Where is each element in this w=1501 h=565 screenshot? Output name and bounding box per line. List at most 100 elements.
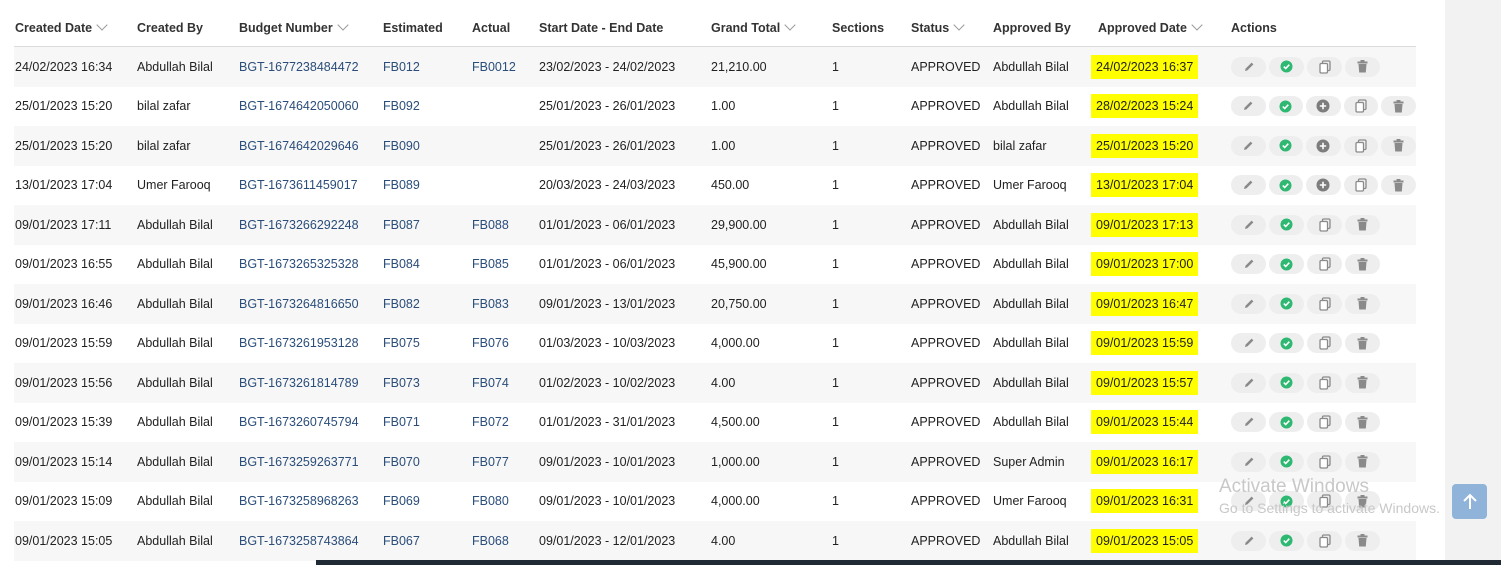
edit-button[interactable] — [1231, 372, 1266, 393]
budget-number-link[interactable]: BGT-1673259263771 — [239, 455, 359, 469]
estimated-link[interactable]: FB090 — [383, 139, 420, 153]
edit-button[interactable] — [1231, 530, 1266, 551]
actual-link[interactable]: FB085 — [472, 257, 509, 271]
edit-button[interactable] — [1231, 254, 1266, 275]
column-header[interactable]: Budget Number — [238, 9, 382, 47]
budget-number-link[interactable]: BGT-1673258743864 — [239, 534, 359, 548]
delete-button[interactable] — [1381, 96, 1416, 117]
budget-number-link[interactable]: BGT-1674642050060 — [239, 99, 359, 113]
actual-link[interactable]: FB074 — [472, 376, 509, 390]
budget-number-link[interactable]: BGT-1673261814789 — [239, 376, 359, 390]
table-row[interactable]: 09/01/2023 15:14 Abdullah Bilal BGT-167325… — [14, 442, 1416, 482]
actual-link[interactable]: FB077 — [472, 455, 509, 469]
delete-button[interactable] — [1345, 372, 1380, 393]
copy-button[interactable] — [1307, 254, 1342, 275]
add-button[interactable] — [1306, 135, 1341, 156]
table-row[interactable]: 13/01/2023 17:04 Umer Farooq BGT-167361145… — [14, 165, 1416, 205]
delete-button[interactable] — [1345, 412, 1380, 433]
approve-button[interactable] — [1268, 175, 1304, 196]
delete-button[interactable] — [1381, 135, 1416, 156]
table-row[interactable]: 24/02/2023 16:34 Abdullah Bilal BGT-167723… — [14, 46, 1416, 87]
estimated-link[interactable]: FB070 — [383, 455, 420, 469]
table-row[interactable]: 09/01/2023 15:59 Abdullah Bilal BGT-167326… — [14, 323, 1416, 363]
add-button[interactable] — [1306, 175, 1341, 196]
estimated-link[interactable]: FB089 — [383, 178, 420, 192]
estimated-link[interactable]: FB087 — [383, 218, 420, 232]
copy-button[interactable] — [1307, 293, 1342, 314]
estimated-link[interactable]: FB075 — [383, 336, 420, 350]
copy-button[interactable] — [1307, 372, 1342, 393]
budget-number-link[interactable]: BGT-1677238484472 — [239, 60, 359, 74]
edit-button[interactable] — [1231, 96, 1266, 117]
table-row[interactable]: 25/01/2023 15:20 bilal zafar BGT-167464202… — [14, 126, 1416, 166]
copy-button[interactable] — [1307, 412, 1342, 433]
sort-chevron-icon[interactable] — [1191, 18, 1203, 31]
copy-button[interactable] — [1307, 333, 1342, 354]
budget-number-link[interactable]: BGT-1674642029646 — [239, 139, 359, 153]
approve-button[interactable] — [1269, 451, 1304, 472]
column-header[interactable]: Grand Total — [710, 9, 831, 47]
delete-button[interactable] — [1345, 333, 1380, 354]
budget-number-link[interactable]: BGT-1673260745794 — [239, 415, 359, 429]
budget-number-link[interactable]: BGT-1673258968263 — [239, 494, 359, 508]
copy-button[interactable] — [1307, 56, 1342, 77]
approve-button[interactable] — [1269, 412, 1304, 433]
approve-button[interactable] — [1269, 254, 1304, 275]
edit-button[interactable] — [1231, 214, 1266, 235]
actual-link[interactable]: FB0012 — [472, 60, 516, 74]
estimated-link[interactable]: FB084 — [383, 257, 420, 271]
horizontal-scrollbar[interactable] — [316, 560, 1501, 565]
approve-button[interactable] — [1268, 96, 1304, 117]
edit-button[interactable] — [1231, 451, 1266, 472]
approve-button[interactable] — [1269, 293, 1304, 314]
scroll-to-top-button[interactable] — [1452, 484, 1487, 519]
approve-button[interactable] — [1269, 530, 1304, 551]
estimated-link[interactable]: FB012 — [383, 60, 420, 74]
actual-link[interactable]: FB076 — [472, 336, 509, 350]
column-header[interactable]: Created Date — [14, 9, 136, 47]
approve-button[interactable] — [1269, 56, 1304, 77]
delete-button[interactable] — [1345, 530, 1380, 551]
actual-link[interactable]: FB068 — [472, 534, 509, 548]
table-row[interactable]: 09/01/2023 17:11 Abdullah Bilal BGT-167326… — [14, 205, 1416, 245]
edit-button[interactable] — [1231, 56, 1266, 77]
estimated-link[interactable]: FB073 — [383, 376, 420, 390]
estimated-link[interactable]: FB092 — [383, 99, 420, 113]
edit-button[interactable] — [1231, 293, 1266, 314]
delete-button[interactable] — [1345, 214, 1380, 235]
table-row[interactable]: 25/01/2023 15:20 bilal zafar BGT-167464205… — [14, 86, 1416, 126]
actual-link[interactable]: FB083 — [472, 297, 509, 311]
estimated-link[interactable]: FB082 — [383, 297, 420, 311]
sort-chevron-icon[interactable] — [784, 18, 796, 31]
edit-button[interactable] — [1231, 333, 1266, 354]
approve-button[interactable] — [1269, 372, 1304, 393]
estimated-link[interactable]: FB069 — [383, 494, 420, 508]
copy-button[interactable] — [1307, 530, 1342, 551]
actual-link[interactable]: FB088 — [472, 218, 509, 232]
budget-number-link[interactable]: BGT-1673261953128 — [239, 336, 359, 350]
sort-chevron-icon[interactable] — [96, 18, 108, 31]
delete-button[interactable] — [1345, 56, 1380, 77]
copy-button[interactable] — [1343, 175, 1379, 196]
budget-number-link[interactable]: BGT-1673264816650 — [239, 297, 359, 311]
copy-button[interactable] — [1307, 451, 1342, 472]
table-row[interactable]: 09/01/2023 15:09 Abdullah Bilal BGT-167325… — [14, 481, 1416, 521]
copy-button[interactable] — [1343, 135, 1379, 156]
approve-button[interactable] — [1269, 333, 1304, 354]
estimated-link[interactable]: FB067 — [383, 534, 420, 548]
budget-number-link[interactable]: BGT-1673266292248 — [239, 218, 359, 232]
delete-button[interactable] — [1381, 175, 1416, 196]
delete-button[interactable] — [1345, 254, 1380, 275]
actual-link[interactable]: FB080 — [472, 494, 509, 508]
budget-number-link[interactable]: BGT-1673265325328 — [239, 257, 359, 271]
copy-button[interactable] — [1307, 214, 1342, 235]
edit-button[interactable] — [1231, 135, 1266, 156]
table-row[interactable]: 09/01/2023 16:55 Abdullah Bilal BGT-167326… — [14, 244, 1416, 284]
add-button[interactable] — [1306, 96, 1341, 117]
column-header[interactable]: Status — [910, 9, 992, 47]
approve-button[interactable] — [1268, 135, 1304, 156]
delete-button[interactable] — [1345, 451, 1380, 472]
table-row[interactable]: 09/01/2023 15:39 Abdullah Bilal BGT-167326… — [14, 402, 1416, 442]
sort-chevron-icon[interactable] — [953, 18, 965, 31]
edit-button[interactable] — [1231, 412, 1266, 433]
